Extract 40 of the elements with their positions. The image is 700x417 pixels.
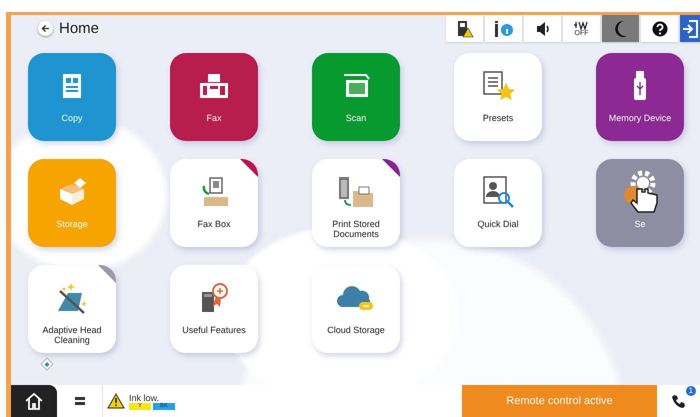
ink-status-text: Ink low.: [129, 392, 160, 402]
app-tile[interactable]: Fax Box: [170, 159, 258, 247]
document-icon: [60, 72, 84, 100]
ribbon-award-icon: [199, 282, 229, 314]
cloud-icon: [337, 283, 375, 313]
app-tile[interactable]: Fax: [170, 53, 258, 141]
moon-icon: [614, 20, 628, 38]
app-tile[interactable]: Useful Features: [170, 265, 258, 353]
back-arrow-icon: [41, 24, 50, 33]
screen-title: Home: [59, 20, 100, 37]
status-button[interactable]: [641, 15, 678, 42]
back-button[interactable]: [38, 21, 53, 36]
app-tile[interactable]: Quick Dial: [454, 159, 542, 247]
app-tile[interactable]: Adaptive Head Cleaning: [28, 265, 116, 353]
home-icon: [24, 392, 44, 410]
notification-badge: 1: [686, 386, 696, 396]
status-button[interactable]: [485, 15, 522, 42]
app-tile[interactable]: Scan: [312, 53, 400, 141]
warning-icon: [107, 393, 125, 409]
help-icon: [652, 20, 668, 36]
usb-drive-icon: [631, 70, 649, 102]
printer-warning-icon: [456, 20, 474, 38]
home-button[interactable]: [11, 385, 57, 417]
status-button[interactable]: [524, 15, 561, 42]
app-tile[interactable]: Print Stored Documents: [312, 159, 400, 247]
list-icon: [74, 396, 86, 406]
app-tile[interactable]: Cloud Storage: [312, 265, 400, 353]
phone-icon: [670, 393, 686, 409]
scanner-icon: [341, 72, 371, 100]
logout-icon: [682, 20, 698, 38]
ink-info-icon: [492, 20, 514, 38]
wifi-direct-icon: [572, 20, 590, 30]
page-indicator-icon[interactable]: [40, 357, 54, 371]
folder-documents-icon: [337, 175, 375, 209]
status-button[interactable]: [446, 15, 483, 42]
fax-machine-icon: [198, 72, 230, 100]
app-tile[interactable]: Presets: [454, 53, 542, 141]
app-tile[interactable]: Memory Device: [596, 53, 684, 141]
contact-search-icon: [481, 175, 515, 209]
document-star-icon: [481, 70, 515, 102]
